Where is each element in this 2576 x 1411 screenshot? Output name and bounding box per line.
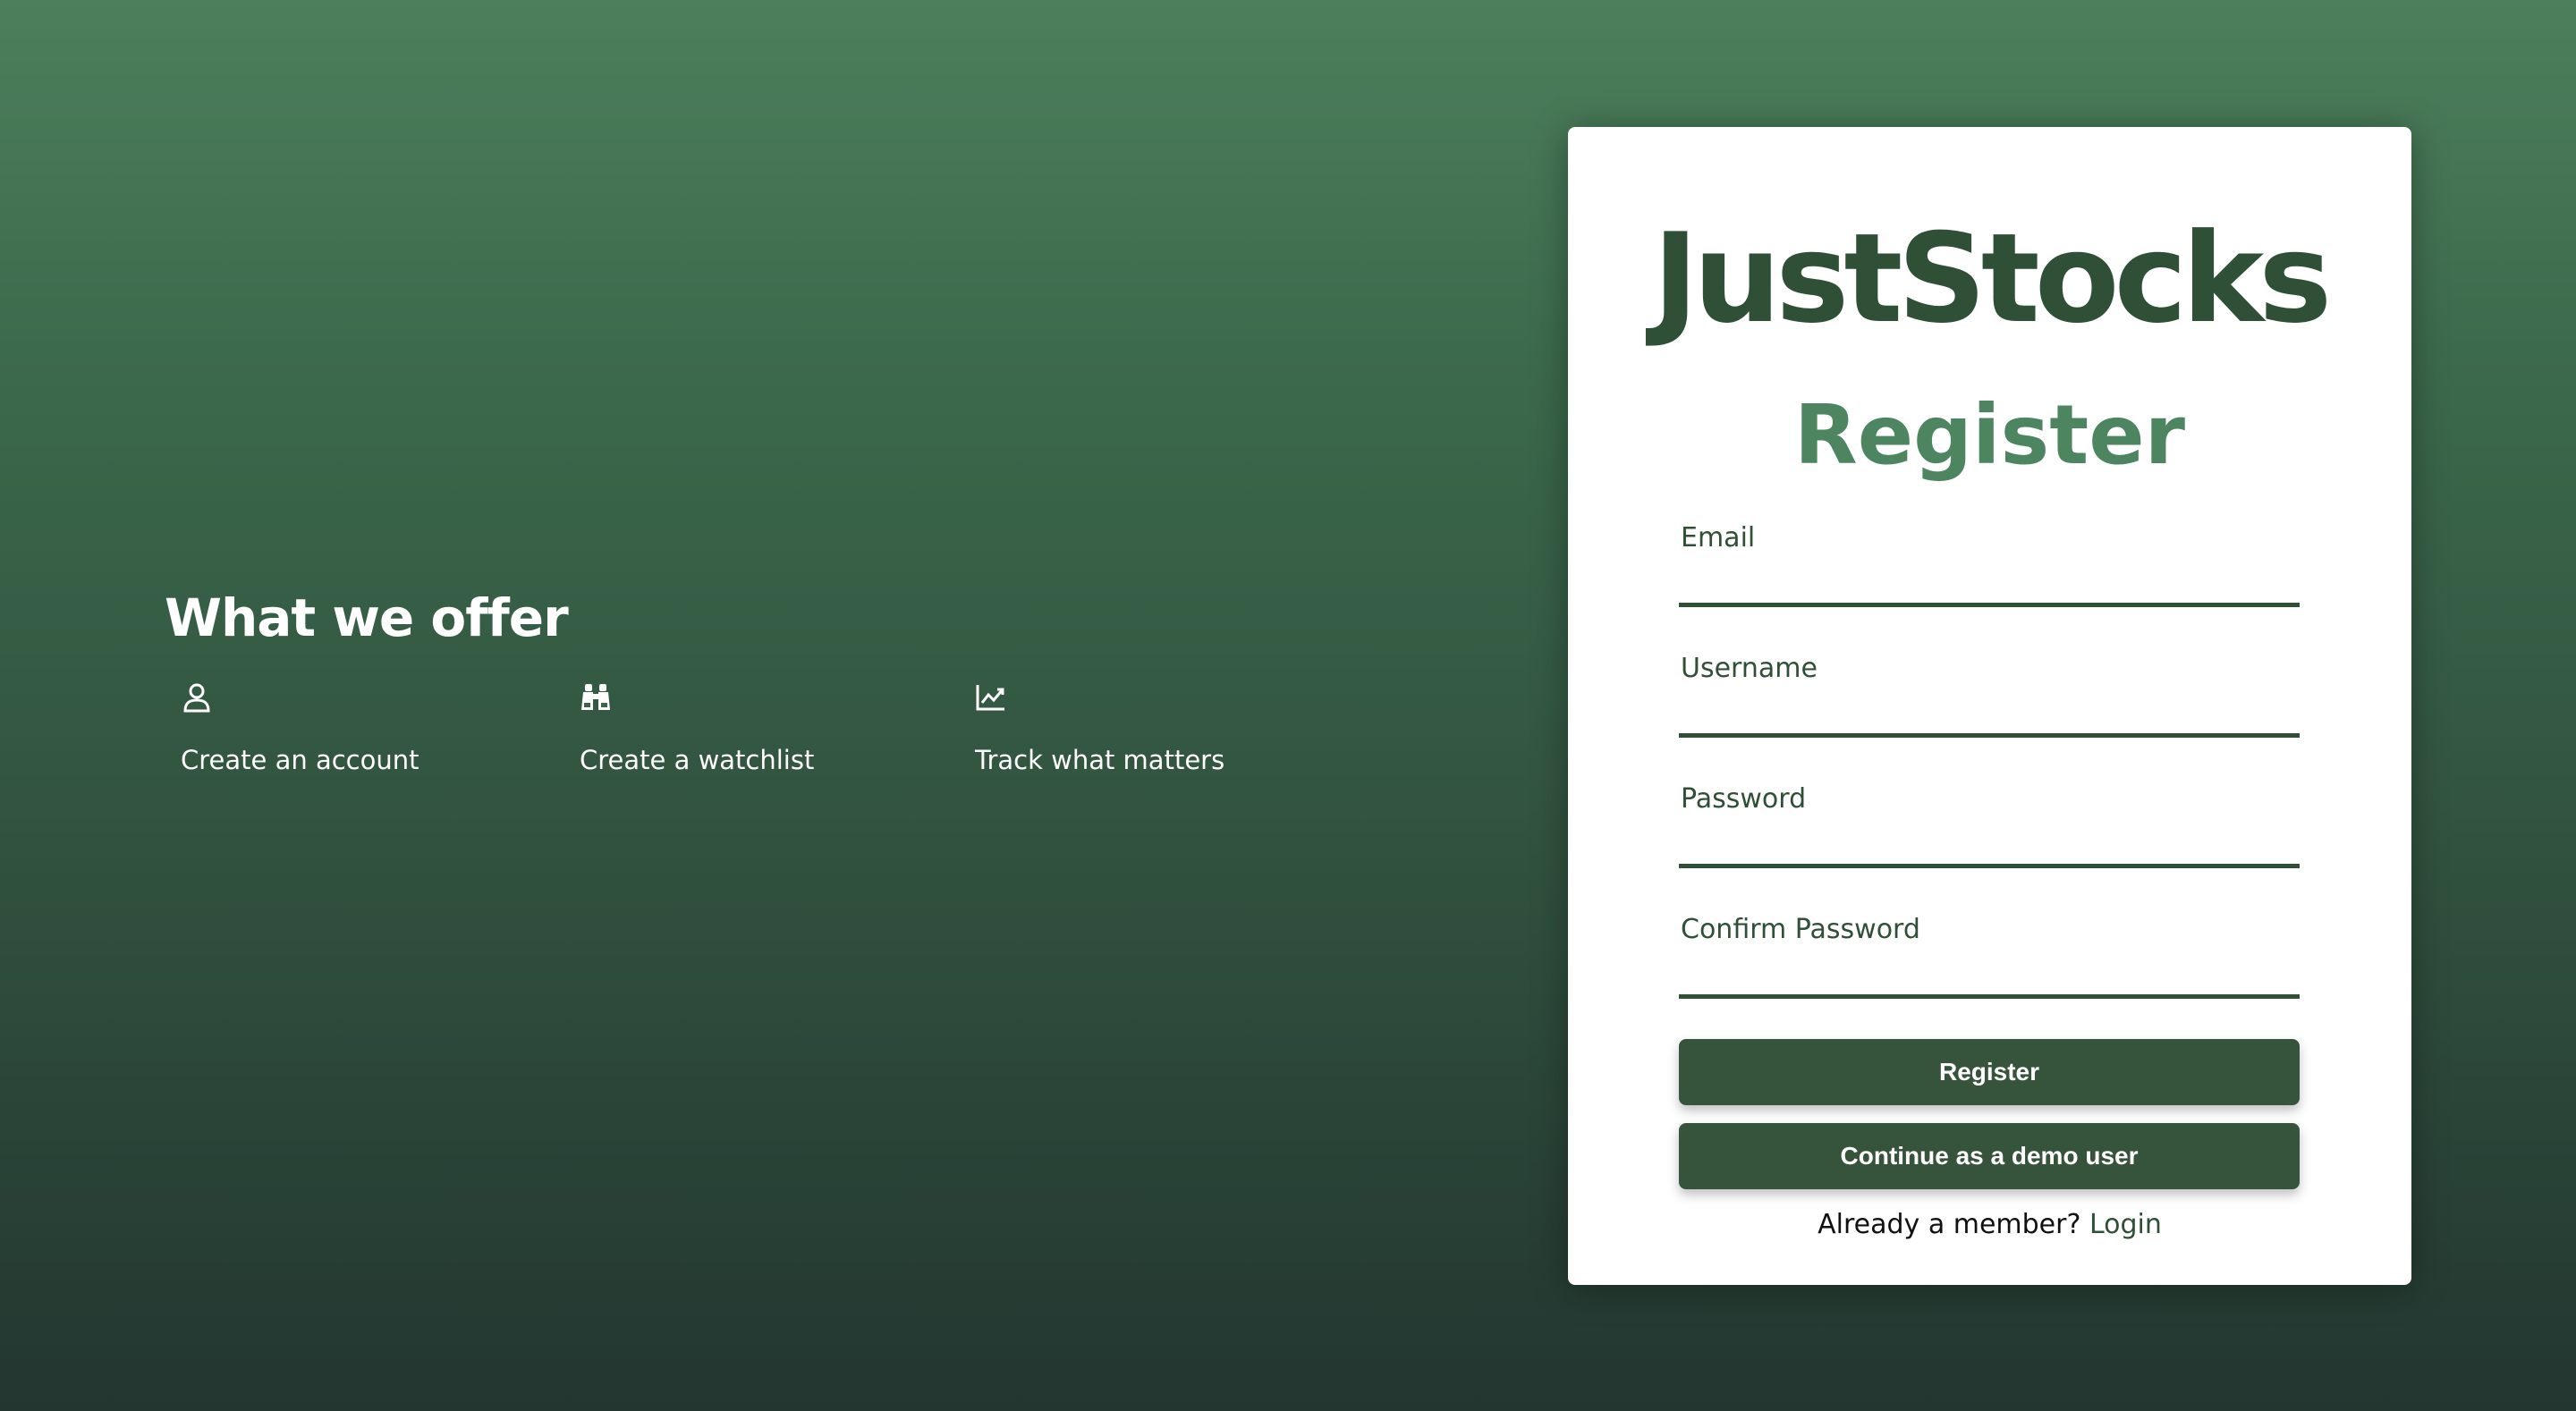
offer-section: What we offer Create an account Create a… (165, 581, 1224, 775)
username-field-group: Username (1679, 651, 2300, 740)
user-icon (181, 681, 213, 714)
confirm-password-field[interactable] (1679, 955, 2300, 999)
email-label: Email (1681, 522, 1756, 553)
line-chart-icon (975, 681, 1007, 714)
password-field-group: Password (1679, 782, 2300, 871)
offer-items: Create an account Create a watchlist Tra… (165, 681, 1327, 807)
register-button[interactable]: Register (1679, 1039, 2300, 1105)
password-label: Password (1681, 783, 1807, 815)
confirm-password-field-group: Confirm Password (1679, 912, 2300, 1001)
password-field[interactable] (1679, 824, 2300, 868)
email-field-group: Email (1679, 520, 2300, 610)
login-prompt: Already a member? Login (1568, 1207, 2411, 1243)
username-label: Username (1681, 653, 1818, 684)
confirm-password-label: Confirm Password (1681, 914, 1920, 945)
username-field[interactable] (1679, 694, 2300, 738)
offer-item-label: Track what matters (975, 745, 1225, 775)
offer-item-label: Create a watchlist (580, 745, 815, 775)
binoculars-icon (580, 681, 612, 714)
brand-logo: JustStocks (1652, 207, 2333, 351)
login-prompt-text: Already a member? (1818, 1209, 2081, 1240)
email-field[interactable] (1679, 563, 2300, 607)
login-link[interactable]: Login (2089, 1209, 2162, 1240)
form-title: Register (1793, 387, 2186, 483)
demo-user-button[interactable]: Continue as a demo user (1679, 1123, 2300, 1189)
offer-title: What we offer (165, 587, 569, 648)
register-card: JustStocks Register Email Username Passw… (1568, 127, 2411, 1285)
offer-item-label: Create an account (181, 745, 419, 775)
